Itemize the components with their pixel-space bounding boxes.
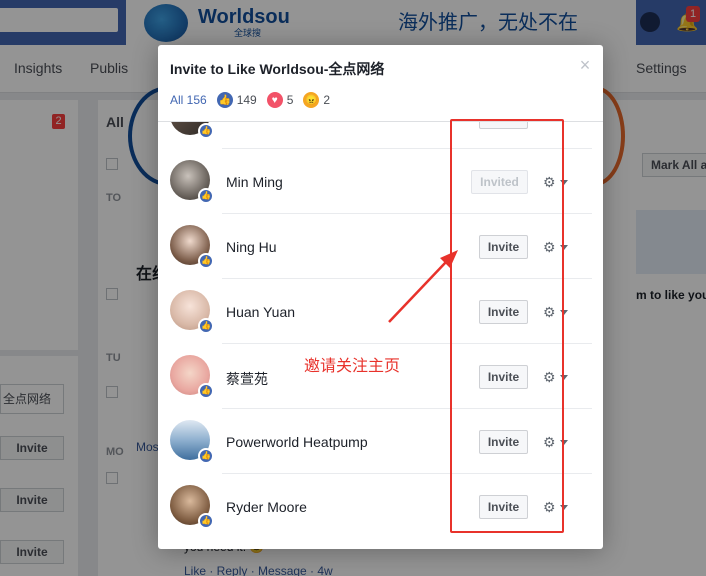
love-reaction-icon: ♥ <box>266 92 283 108</box>
angry-reaction-icon: 😠 <box>303 92 320 108</box>
like-badge-icon: 👍 <box>198 123 214 139</box>
filter-love[interactable]: ♥ 5 <box>266 92 294 108</box>
like-badge-icon: 👍 <box>198 318 214 334</box>
like-badge-icon: 👍 <box>198 448 214 464</box>
filter-love-count: 5 <box>286 93 294 107</box>
like-badge-icon: 👍 <box>198 383 214 399</box>
person-name[interactable]: Huan Yuan <box>226 304 295 320</box>
person-name[interactable]: Ryder Moore <box>226 499 307 515</box>
person-name[interactable]: 蔡萱苑 <box>226 369 268 389</box>
person-name[interactable]: Powerworld Heatpump <box>226 434 368 450</box>
filter-angry[interactable]: 😠 2 <box>303 92 330 108</box>
like-badge-icon: 👍 <box>198 513 214 529</box>
close-icon[interactable]: × <box>578 56 592 74</box>
annotation-text: 邀请关注主页 <box>304 358 401 375</box>
annotation-box <box>450 119 564 533</box>
like-badge-icon: 👍 <box>198 188 214 204</box>
like-reaction-icon: 👍 <box>216 92 233 108</box>
filter-all-label: All 156 <box>170 93 207 107</box>
filter-angry-count: 2 <box>323 93 331 107</box>
filter-like-count: 149 <box>236 93 257 107</box>
dialog-title: Invite to Like Worldsou-全点网络 <box>170 61 385 77</box>
filter-all[interactable]: All 156 <box>170 93 207 107</box>
filter-like[interactable]: 👍 149 <box>216 92 257 108</box>
like-badge-icon: 👍 <box>198 253 214 269</box>
person-name[interactable]: Min Ming <box>226 174 283 190</box>
reaction-filters: All 156 👍 149 ♥ 5 😠 2 <box>170 89 330 111</box>
person-name[interactable]: Ning Hu <box>226 239 277 255</box>
